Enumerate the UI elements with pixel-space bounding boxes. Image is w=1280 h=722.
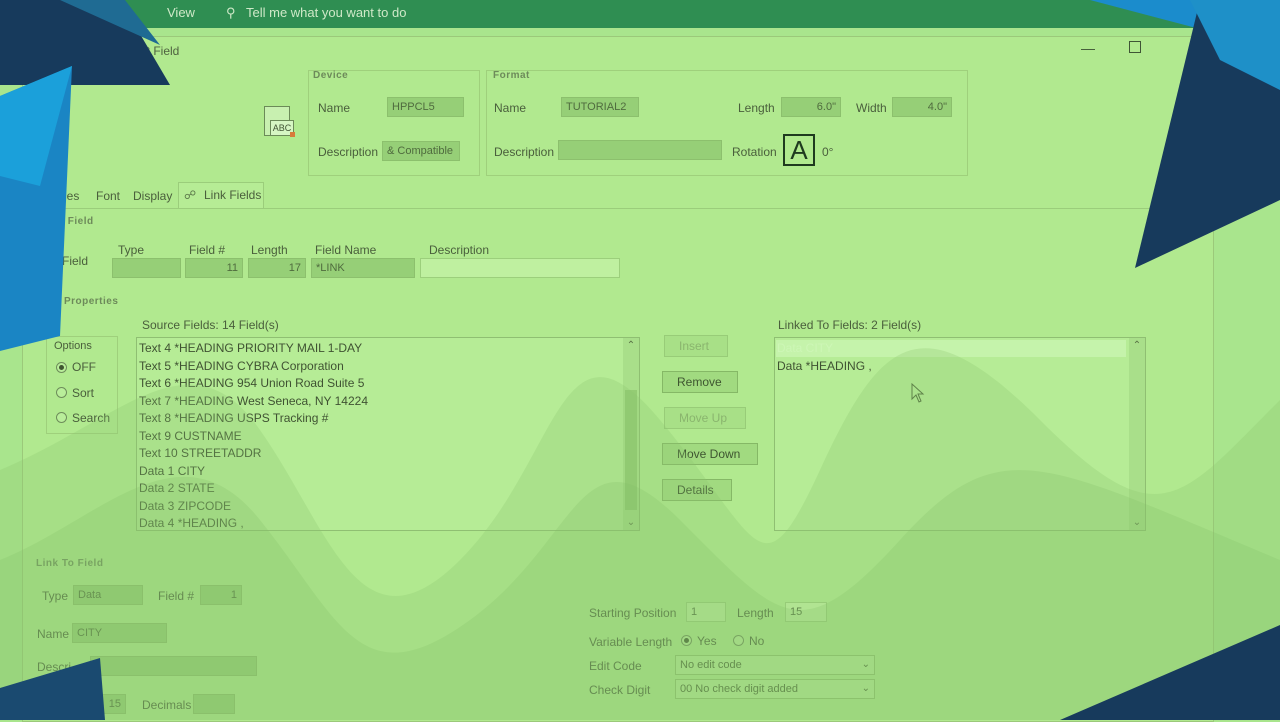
corner-decoration-right	[1090, 0, 1280, 268]
wave-overlay	[0, 348, 1280, 720]
corner-decoration-bottom-left	[0, 658, 105, 720]
corner-decoration-left	[0, 66, 72, 351]
corner-decoration-bottom-right	[1060, 625, 1280, 720]
